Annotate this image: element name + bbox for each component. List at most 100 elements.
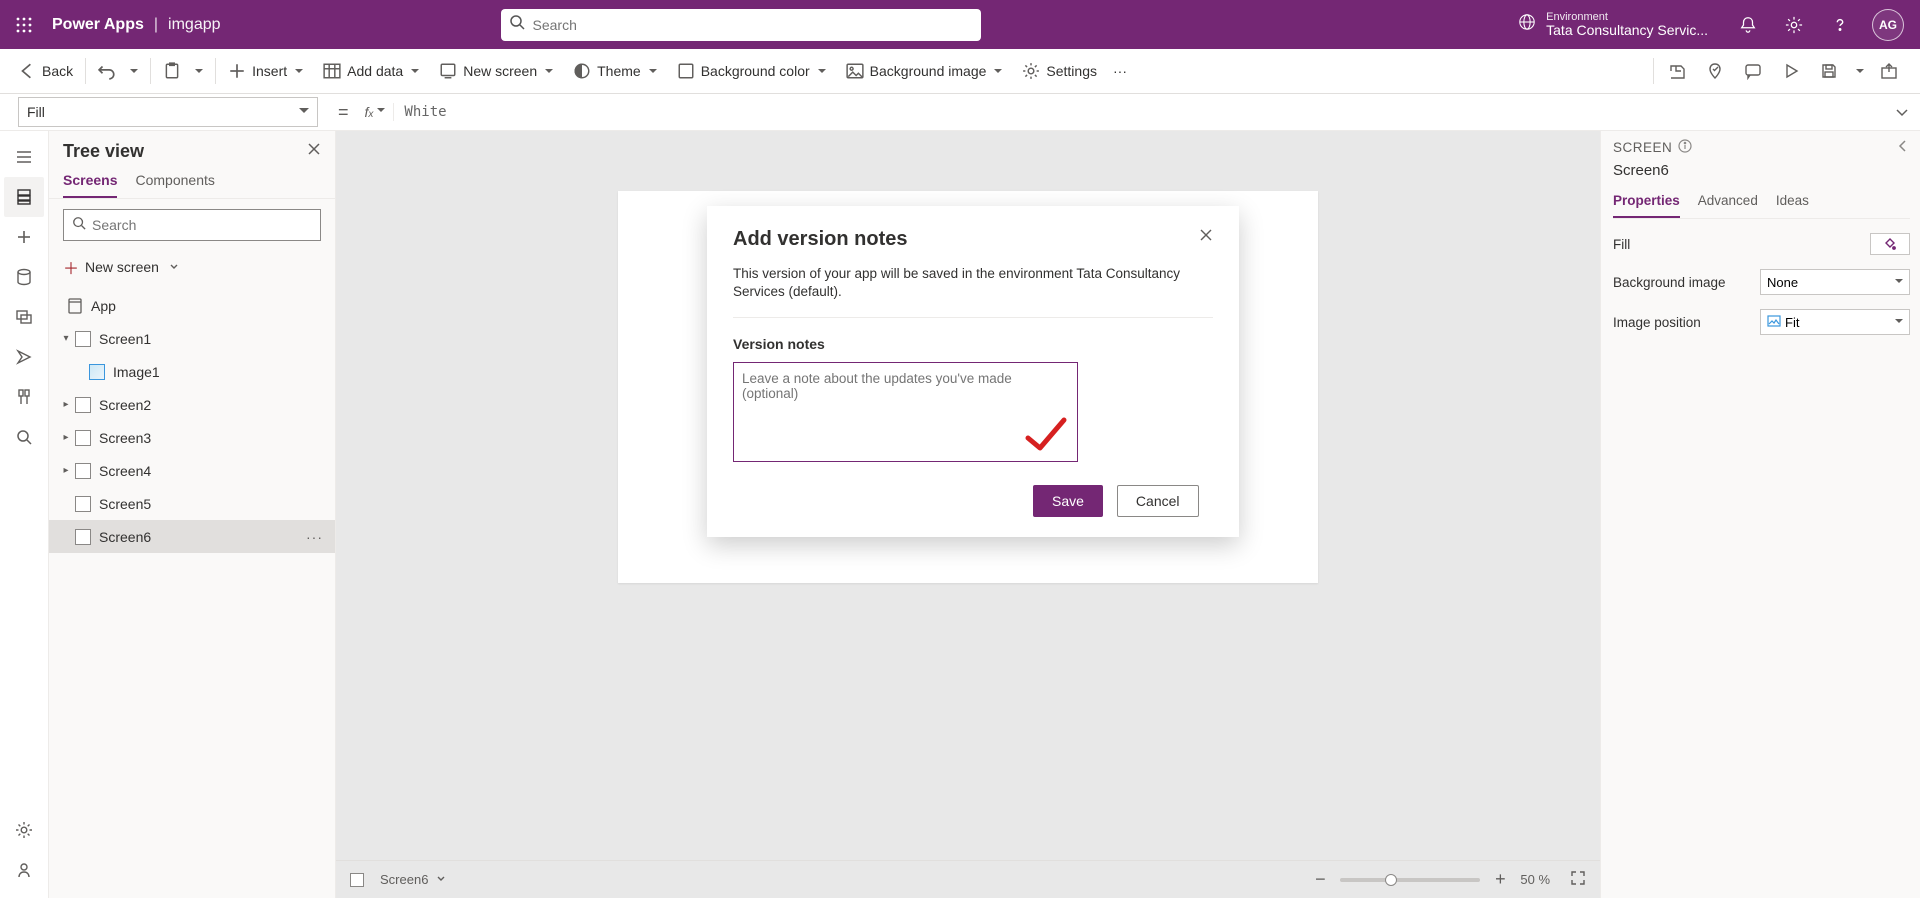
global-search bbox=[501, 9, 981, 41]
tree-item-screen2[interactable]: ▸ Screen2 bbox=[49, 388, 335, 421]
brand-title: Power Apps bbox=[52, 16, 144, 34]
back-button[interactable]: Back bbox=[12, 58, 79, 84]
background-image-button[interactable]: Background image bbox=[840, 58, 1009, 84]
tree-item-screen1[interactable]: ▾ Screen1 bbox=[49, 322, 335, 355]
chevron-right-icon[interactable]: ▸ bbox=[59, 432, 73, 443]
properties-panel: SCREEN Screen6 Properties Advanced Ideas… bbox=[1600, 131, 1920, 898]
theme-button[interactable]: Theme bbox=[567, 58, 663, 84]
rail-hamburger-icon[interactable] bbox=[4, 137, 44, 177]
preview-play-icon[interactable] bbox=[1772, 62, 1810, 80]
rail-powerautomate-icon[interactable] bbox=[4, 337, 44, 377]
prop-bgimage-select[interactable]: None bbox=[1760, 269, 1910, 295]
prop-imagepos-select[interactable]: Fit bbox=[1760, 309, 1910, 335]
rail-ask-virtual-agent-icon[interactable] bbox=[4, 850, 44, 890]
prop-bgimage-label: Background image bbox=[1613, 275, 1726, 290]
insert-button[interactable]: Insert bbox=[222, 58, 309, 84]
add-data-button[interactable]: Add data bbox=[317, 58, 425, 84]
tree-view-title: Tree view bbox=[63, 141, 144, 162]
user-avatar[interactable]: AG bbox=[1872, 9, 1904, 41]
global-search-input[interactable] bbox=[533, 17, 973, 33]
properties-section-label: SCREEN bbox=[1613, 140, 1672, 155]
save-button[interactable]: Save bbox=[1033, 485, 1103, 517]
version-notes-textarea[interactable] bbox=[733, 362, 1078, 462]
paste-button[interactable] bbox=[157, 58, 187, 84]
rail-search-icon[interactable] bbox=[4, 417, 44, 457]
tree-item-screen5[interactable]: Screen5 bbox=[49, 487, 335, 520]
modal-close-icon[interactable] bbox=[1199, 228, 1213, 245]
formula-input[interactable] bbox=[394, 104, 1884, 120]
tree-item-image1[interactable]: Image1 bbox=[49, 355, 335, 388]
save-dropdown[interactable] bbox=[1848, 66, 1870, 77]
app-launcher-icon[interactable] bbox=[0, 0, 48, 49]
new-screen-button[interactable]: New screen bbox=[433, 58, 559, 84]
canvas-status-bar: Screen6 − + 50 % bbox=[336, 860, 1600, 898]
tree-item-screen3[interactable]: ▸ Screen3 bbox=[49, 421, 335, 454]
comments-icon[interactable] bbox=[1734, 62, 1772, 80]
search-icon bbox=[509, 14, 525, 35]
share-icon[interactable] bbox=[1658, 62, 1696, 80]
undo-button[interactable] bbox=[92, 58, 122, 84]
selection-indicator[interactable]: Screen6 bbox=[350, 872, 446, 887]
screen-icon bbox=[75, 496, 91, 512]
zoom-in-button[interactable]: + bbox=[1490, 869, 1510, 890]
tab-components[interactable]: Components bbox=[135, 172, 214, 198]
fit-to-screen-icon[interactable] bbox=[1570, 870, 1586, 889]
save-icon[interactable] bbox=[1810, 62, 1848, 80]
command-ribbon: Back Insert Add data New screen Theme Ba… bbox=[0, 49, 1920, 94]
rail-media-icon[interactable] bbox=[4, 297, 44, 337]
expand-panel-icon[interactable] bbox=[1896, 139, 1910, 156]
chevron-right-icon[interactable]: ▸ bbox=[59, 465, 73, 476]
tree-close-icon[interactable] bbox=[307, 142, 321, 161]
rail-settings-icon[interactable] bbox=[4, 810, 44, 850]
tree-item-screen6[interactable]: Screen6 ··· bbox=[49, 520, 335, 553]
property-selector[interactable]: Fill bbox=[18, 97, 318, 127]
properties-screen-name[interactable]: Screen6 bbox=[1613, 162, 1910, 179]
overflow-icon[interactable]: ··· bbox=[1107, 59, 1133, 83]
chevron-right-icon[interactable]: ▸ bbox=[59, 399, 73, 410]
tab-screens[interactable]: Screens bbox=[63, 172, 117, 198]
properties-tab-advanced[interactable]: Advanced bbox=[1698, 193, 1758, 218]
screen-icon bbox=[75, 331, 91, 347]
screen-icon bbox=[75, 463, 91, 479]
tree-item-app[interactable]: App bbox=[49, 289, 335, 322]
publish-icon[interactable] bbox=[1870, 62, 1908, 80]
tree-search-icon bbox=[72, 216, 86, 235]
zoom-slider[interactable] bbox=[1340, 878, 1480, 882]
prop-fill-label: Fill bbox=[1613, 237, 1630, 252]
fx-dropdown[interactable]: fx bbox=[365, 103, 395, 121]
info-icon[interactable] bbox=[1678, 139, 1692, 156]
settings-button[interactable]: Settings bbox=[1016, 58, 1103, 84]
settings-gear-icon[interactable] bbox=[1774, 5, 1814, 45]
formula-expand-icon[interactable] bbox=[1884, 104, 1920, 120]
rail-data-icon[interactable] bbox=[4, 257, 44, 297]
tree-item-screen4[interactable]: ▸ Screen4 bbox=[49, 454, 335, 487]
properties-tab-ideas[interactable]: Ideas bbox=[1776, 193, 1809, 218]
app-checker-icon[interactable] bbox=[1696, 62, 1734, 80]
prop-fill-swatch[interactable] bbox=[1870, 233, 1910, 255]
image-fit-icon bbox=[1767, 315, 1781, 330]
paste-dropdown[interactable] bbox=[187, 62, 209, 81]
zoom-percent: 50 % bbox=[1520, 872, 1550, 887]
rail-variables-icon[interactable] bbox=[4, 377, 44, 417]
tree-search-input[interactable] bbox=[92, 217, 312, 233]
environment-picker[interactable]: Environment Tata Consultancy Servic... bbox=[1518, 11, 1708, 38]
properties-tab-properties[interactable]: Properties bbox=[1613, 193, 1680, 218]
chevron-down-icon[interactable]: ▾ bbox=[59, 333, 73, 344]
background-color-button[interactable]: Background color bbox=[671, 58, 832, 84]
rail-tree-view-icon[interactable] bbox=[4, 177, 44, 217]
cancel-button[interactable]: Cancel bbox=[1117, 485, 1199, 517]
notifications-icon[interactable] bbox=[1728, 5, 1768, 45]
app-icon bbox=[67, 298, 83, 314]
rail-insert-icon[interactable] bbox=[4, 217, 44, 257]
environment-name: Tata Consultancy Servic... bbox=[1546, 23, 1708, 38]
tree-new-screen[interactable]: ＋ New screen bbox=[49, 251, 335, 289]
device-frame[interactable]: Add version notes This version of your a… bbox=[618, 191, 1318, 583]
modal-description: This version of your app will be saved i… bbox=[733, 265, 1213, 318]
zoom-out-button[interactable]: − bbox=[1310, 869, 1330, 890]
screen-icon bbox=[75, 430, 91, 446]
canvas-area: Add version notes This version of your a… bbox=[336, 131, 1600, 860]
more-ellipsis-icon[interactable]: ··· bbox=[306, 529, 323, 545]
canvas-column: Add version notes This version of your a… bbox=[336, 131, 1600, 898]
help-icon[interactable] bbox=[1820, 5, 1860, 45]
undo-dropdown[interactable] bbox=[122, 62, 144, 81]
